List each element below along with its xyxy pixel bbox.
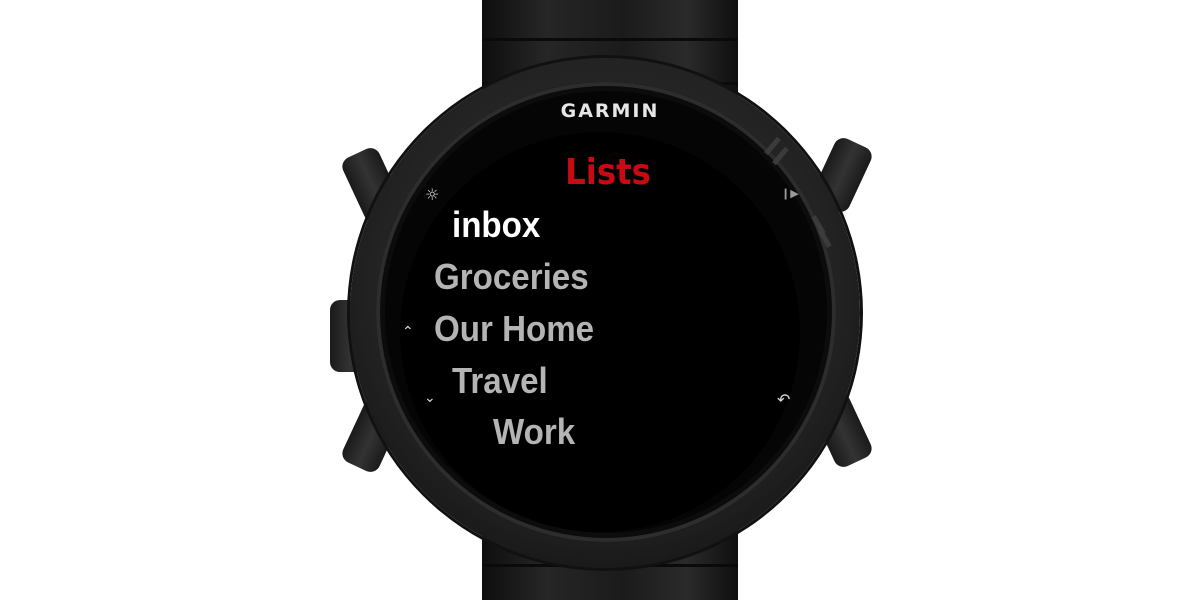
back-arrow-icon: ↶	[777, 390, 791, 409]
list-item-work[interactable]: Work	[493, 411, 575, 453]
play-icon: ❙▶	[781, 187, 799, 200]
chevron-down-icon: ⌄	[424, 390, 436, 406]
sun-icon: ☼	[425, 185, 440, 204]
chevron-up-icon: ⌃	[402, 324, 414, 340]
watch-stage: GARMIN Lists inbox Groceries Our Home Tr…	[0, 0, 1200, 600]
list-item-inbox[interactable]: inbox	[452, 204, 540, 246]
list-item-travel[interactable]: Travel	[452, 360, 548, 402]
brand-logo: GARMIN	[560, 100, 660, 122]
list-item-groceries[interactable]: Groceries	[434, 256, 589, 298]
page-title: Lists	[565, 152, 651, 193]
list-item-our-home[interactable]: Our Home	[434, 308, 594, 350]
watch-display: Lists inbox Groceries Our Home Travel Wo…	[400, 132, 800, 532]
